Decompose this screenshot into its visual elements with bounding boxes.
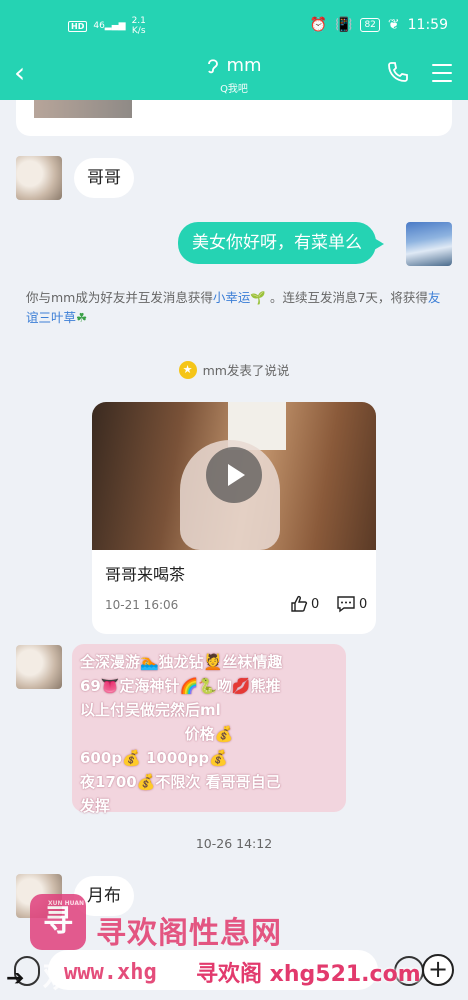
chat-title: mm bbox=[226, 55, 262, 76]
avatar-mm[interactable] bbox=[16, 645, 62, 689]
battery-icon: 82 bbox=[360, 18, 380, 32]
previous-card bbox=[16, 100, 452, 136]
post-notice: ★ mm发表了说说 bbox=[0, 360, 468, 379]
comment-icon bbox=[337, 596, 355, 613]
leaf-icon: ❦ bbox=[387, 17, 400, 33]
chat-header: ‹ mm Q我吧 bbox=[0, 50, 468, 100]
alarm-icon: ⏰ bbox=[309, 17, 328, 33]
watermark-text: 寻欢阁性息网 bbox=[96, 916, 282, 951]
message-bubble[interactable]: 哥哥 bbox=[74, 158, 134, 198]
system-message: 你与mm成为好友并互发消息获得小幸运🌱 。连续互发消息7天，将获得友谊三叶草☘ bbox=[26, 290, 441, 325]
play-icon[interactable] bbox=[206, 447, 262, 503]
menu-icon[interactable] bbox=[432, 64, 452, 82]
like-button[interactable]: 0 bbox=[290, 595, 319, 613]
network-speed: 2.1 K/s bbox=[131, 16, 146, 36]
previous-card-image bbox=[34, 100, 132, 118]
video-thumbnail[interactable] bbox=[92, 402, 376, 550]
comment-button[interactable]: 0 bbox=[336, 595, 367, 613]
clover-icon: ☘ bbox=[76, 310, 88, 325]
post-card[interactable]: 哥哥来喝茶 10-21 16:06 0 0 bbox=[92, 402, 376, 634]
image-message[interactable]: 全深漫游🏊独龙钻💆丝袜情趣 69👅定海神针🌈🐍吻💋熊推 以上付吴做完然后ml 价… bbox=[72, 644, 346, 815]
watermark-url: www.xhg bbox=[64, 960, 157, 985]
phone-icon[interactable] bbox=[386, 60, 410, 84]
arrow-icon: ➔ bbox=[6, 966, 25, 991]
hd-indicator: HD bbox=[68, 20, 88, 32]
status-bar: HD 46▂▄▆ 2.1 K/s ⏰ 📳 82 ❦ 11:59 bbox=[0, 0, 468, 50]
top-bar: HD 46▂▄▆ 2.1 K/s ⏰ 📳 82 ❦ 11:59 ‹ mm Q我吧 bbox=[0, 0, 468, 100]
timestamp: 10-26 14:12 bbox=[195, 836, 273, 851]
ear-icon[interactable] bbox=[206, 57, 220, 75]
lucky-link[interactable]: 小幸运 bbox=[213, 290, 251, 305]
clock-time: 11:59 bbox=[407, 17, 448, 33]
avatar-mm[interactable] bbox=[16, 156, 62, 200]
post-time: 10-21 16:06 bbox=[105, 598, 179, 612]
thumbs-up-icon bbox=[291, 595, 308, 612]
my-message-bubble[interactable]: 美女你好呀，有菜单么 bbox=[178, 222, 384, 264]
post-title: 哥哥来喝茶 bbox=[105, 565, 186, 584]
avatar-me[interactable] bbox=[406, 222, 452, 266]
plus-button[interactable]: + bbox=[422, 954, 454, 986]
sprout-icon: 🌱 bbox=[250, 290, 266, 305]
signal-icon: 46▂▄▆ bbox=[93, 20, 126, 31]
star-icon: ★ bbox=[178, 360, 197, 379]
watermark-url-overlay: 寻欢阁 xhg521.com bbox=[196, 962, 421, 987]
vibrate-icon: 📳 bbox=[335, 17, 353, 33]
watermark-logo: XUN HUAN 寻欢 bbox=[30, 894, 86, 995]
